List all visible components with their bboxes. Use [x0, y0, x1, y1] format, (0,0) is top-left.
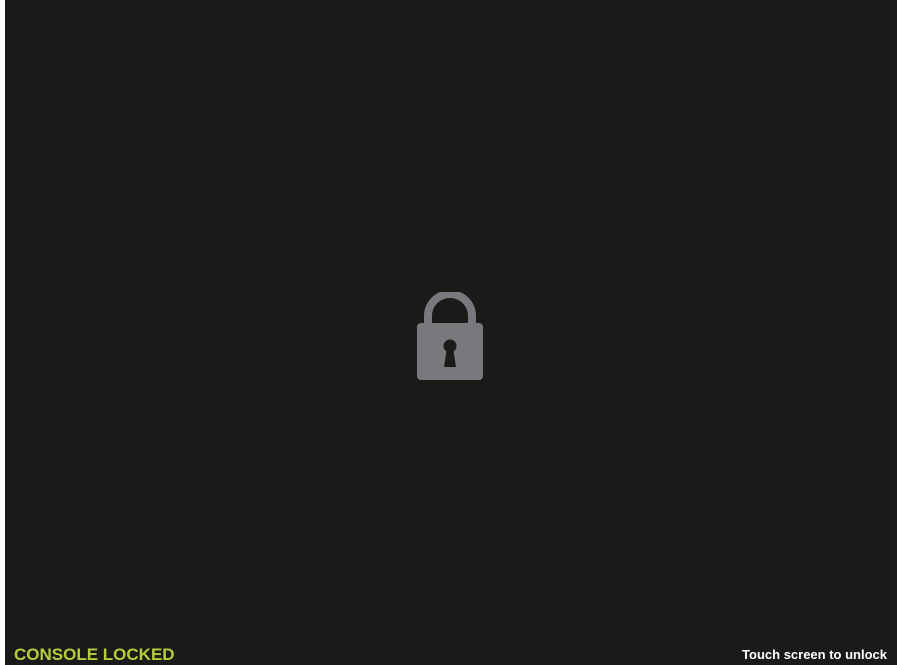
lock-screen[interactable]: CONSOLE LOCKED Touch screen to unlock [5, 0, 897, 665]
unlock-hint: Touch screen to unlock [742, 647, 887, 662]
console-locked-label: CONSOLE LOCKED [14, 645, 175, 664]
lock-icon [417, 292, 483, 380]
